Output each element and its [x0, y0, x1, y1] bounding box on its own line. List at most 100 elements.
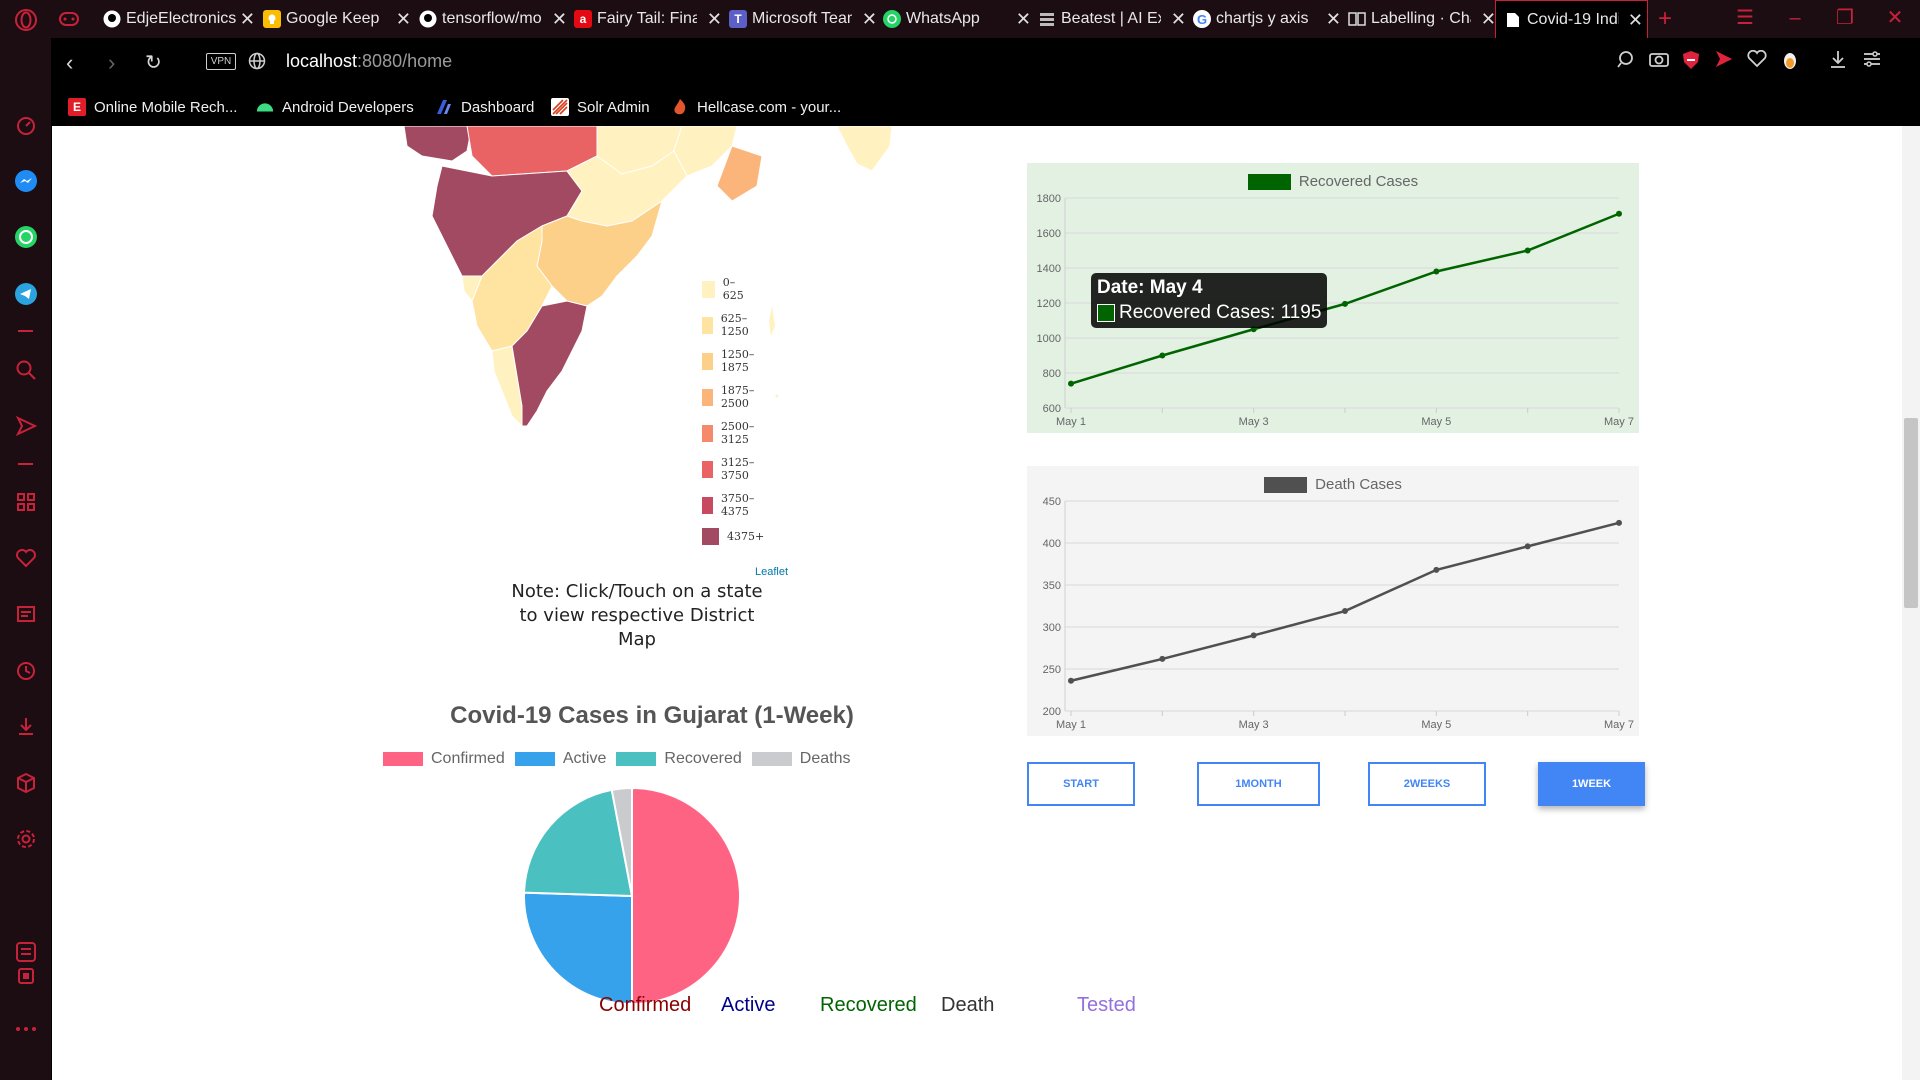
- battery-saver-icon[interactable]: [13, 940, 38, 990]
- pie-legend-item-deaths[interactable]: Deaths: [751, 750, 850, 768]
- pie-legend-item-recovered[interactable]: Recovered: [616, 750, 742, 768]
- new-tab-button[interactable]: +: [1658, 0, 1682, 38]
- tab-edjeelectronics[interactable]: EdjeElectronics ✕: [103, 0, 259, 38]
- send-icon[interactable]: [13, 413, 38, 438]
- more-icon[interactable]: [13, 1016, 38, 1041]
- game-icon[interactable]: [59, 0, 93, 38]
- tab-google-keep[interactable]: Google Keep ✕: [263, 0, 415, 38]
- close-icon[interactable]: ✕: [1016, 9, 1031, 30]
- tab-covid19-india[interactable]: Covid-19 India ✕: [1495, 0, 1648, 38]
- data-point[interactable]: [1524, 543, 1531, 550]
- close-icon[interactable]: ✕: [1171, 9, 1186, 30]
- data-point[interactable]: [1524, 247, 1531, 254]
- whatsapp-icon[interactable]: [13, 224, 38, 249]
- bookmark-solr-admin[interactable]: Solr Admin: [551, 95, 650, 119]
- state-gujarat[interactable]: [403, 126, 473, 162]
- search-icon[interactable]: [13, 357, 38, 382]
- search-page-icon[interactable]: [1617, 50, 1635, 74]
- range-1week-button[interactable]: 1WEEK: [1538, 762, 1645, 806]
- tab-tensorflow[interactable]: tensorflow/models ✕: [419, 0, 571, 38]
- telegram-icon[interactable]: [13, 281, 38, 306]
- data-point[interactable]: [1068, 677, 1074, 684]
- tab-fairy-tail[interactable]: a Fairy Tail: Final ✕: [574, 0, 726, 38]
- legend-item: 0–625: [702, 276, 748, 302]
- close-icon[interactable]: ✕: [1481, 9, 1496, 30]
- y-tick-label: 400: [1043, 538, 1061, 550]
- range-1month-button[interactable]: 1MONTH: [1197, 762, 1320, 806]
- death-chart-canvas[interactable]: 200 250 300 350 400 450 May 1 May 3 May 5 May 7: [1027, 466, 1639, 736]
- bookmark-online-mobile[interactable]: E Online Mobile Rech...: [68, 95, 237, 119]
- close-icon[interactable]: ✕: [396, 9, 411, 30]
- news-icon[interactable]: [13, 601, 38, 626]
- apps-icon[interactable]: [13, 489, 38, 514]
- tab-beatest[interactable]: Beatest | AI Ex ✕: [1038, 0, 1190, 38]
- close-icon[interactable]: ✕: [552, 9, 567, 30]
- india-map[interactable]: [352, 126, 912, 586]
- box-icon[interactable]: [13, 770, 38, 795]
- url-field[interactable]: localhost:8080/home: [286, 51, 452, 72]
- downloads-icon[interactable]: [1829, 50, 1847, 74]
- state-northeast[interactable]: [836, 126, 893, 172]
- messenger-icon[interactable]: [13, 168, 38, 193]
- scrollbar-thumb[interactable]: [1904, 418, 1918, 608]
- favorites-heart-icon[interactable]: [1747, 49, 1767, 74]
- settings-icon[interactable]: [13, 826, 38, 851]
- x-tick-label: May 3: [1239, 416, 1269, 428]
- data-point[interactable]: [1342, 608, 1348, 615]
- data-point[interactable]: [1159, 352, 1166, 359]
- pie-slice-active[interactable]: [523, 891, 633, 1006]
- andaman-islands[interactable]: [769, 306, 775, 336]
- data-point[interactable]: [1068, 380, 1074, 387]
- back-icon[interactable]: ‹: [66, 50, 73, 76]
- page-scrollbar[interactable]: [1902, 126, 1920, 1080]
- recovered-cases-chart[interactable]: 600 800 1000 1200 1400 1600 1800 May 1 May 3 May …: [1027, 163, 1639, 433]
- restore-icon[interactable]: ❐: [1820, 0, 1870, 38]
- nicobar-islands[interactable]: [775, 394, 779, 398]
- reload-icon[interactable]: ↻: [145, 50, 162, 75]
- range-start-button[interactable]: START: [1027, 762, 1135, 806]
- extension-icon[interactable]: [1783, 50, 1797, 76]
- speed-dial-icon[interactable]: [13, 113, 38, 138]
- tab-menu-icon[interactable]: ☰: [1720, 0, 1770, 38]
- close-icon[interactable]: ✕: [862, 9, 877, 30]
- data-point[interactable]: [1616, 210, 1622, 217]
- tab-chartjs-search[interactable]: G chartjs y axis ✕: [1193, 0, 1345, 38]
- data-point[interactable]: [1433, 566, 1440, 573]
- range-2weeks-button[interactable]: 2WEEKS: [1368, 762, 1486, 806]
- tab-whatsapp[interactable]: WhatsApp ✕: [883, 0, 1035, 38]
- close-icon[interactable]: ✕: [707, 9, 722, 30]
- bookmark-dashboard[interactable]: Dashboard: [435, 95, 534, 119]
- data-point[interactable]: [1616, 519, 1622, 526]
- e-logo-icon: E: [68, 98, 86, 116]
- heart-icon[interactable]: [13, 545, 38, 570]
- easy-setup-icon[interactable]: [1863, 50, 1881, 74]
- close-icon[interactable]: ✕: [240, 9, 255, 30]
- tab-microsoft-teams[interactable]: T Microsoft Teams ✕: [729, 0, 881, 38]
- vpn-badge[interactable]: VPN: [206, 53, 236, 70]
- minimize-icon[interactable]: –: [1770, 0, 1820, 38]
- android-icon: [256, 98, 274, 116]
- pie-slice-confirmed[interactable]: [631, 786, 741, 1006]
- data-point[interactable]: [1250, 632, 1257, 639]
- bookmark-hellcase[interactable]: Hellcase.com - your...: [671, 95, 841, 119]
- camera-icon[interactable]: [1649, 50, 1669, 74]
- data-point[interactable]: [1433, 268, 1440, 275]
- pie-legend-item-confirmed[interactable]: Confirmed: [383, 750, 505, 768]
- leaflet-attribution-link[interactable]: Leaflet: [755, 566, 788, 578]
- bookmark-android-developers[interactable]: Android Developers: [256, 95, 414, 119]
- flow-send-icon[interactable]: [1715, 50, 1733, 74]
- close-window-icon[interactable]: ✕: [1870, 0, 1920, 38]
- pie-chart[interactable]: [512, 776, 752, 1016]
- close-icon[interactable]: ✕: [1326, 9, 1341, 30]
- death-cases-chart[interactable]: 200 250 300 350 400 450 May 1 May 3 May 5 May 7 D…: [1027, 466, 1639, 736]
- download-icon[interactable]: [13, 713, 38, 738]
- history-icon[interactable]: [13, 658, 38, 683]
- forward-icon[interactable]: ›: [108, 50, 115, 76]
- data-point[interactable]: [1159, 655, 1166, 662]
- tab-labelling[interactable]: Labelling · Chart ✕: [1348, 0, 1500, 38]
- close-icon[interactable]: ✕: [1628, 10, 1643, 31]
- data-point[interactable]: [1342, 300, 1348, 307]
- opera-logo-icon[interactable]: [13, 7, 38, 32]
- adblock-shield-icon[interactable]: [1682, 50, 1700, 76]
- pie-legend-item-active[interactable]: Active: [514, 750, 606, 768]
